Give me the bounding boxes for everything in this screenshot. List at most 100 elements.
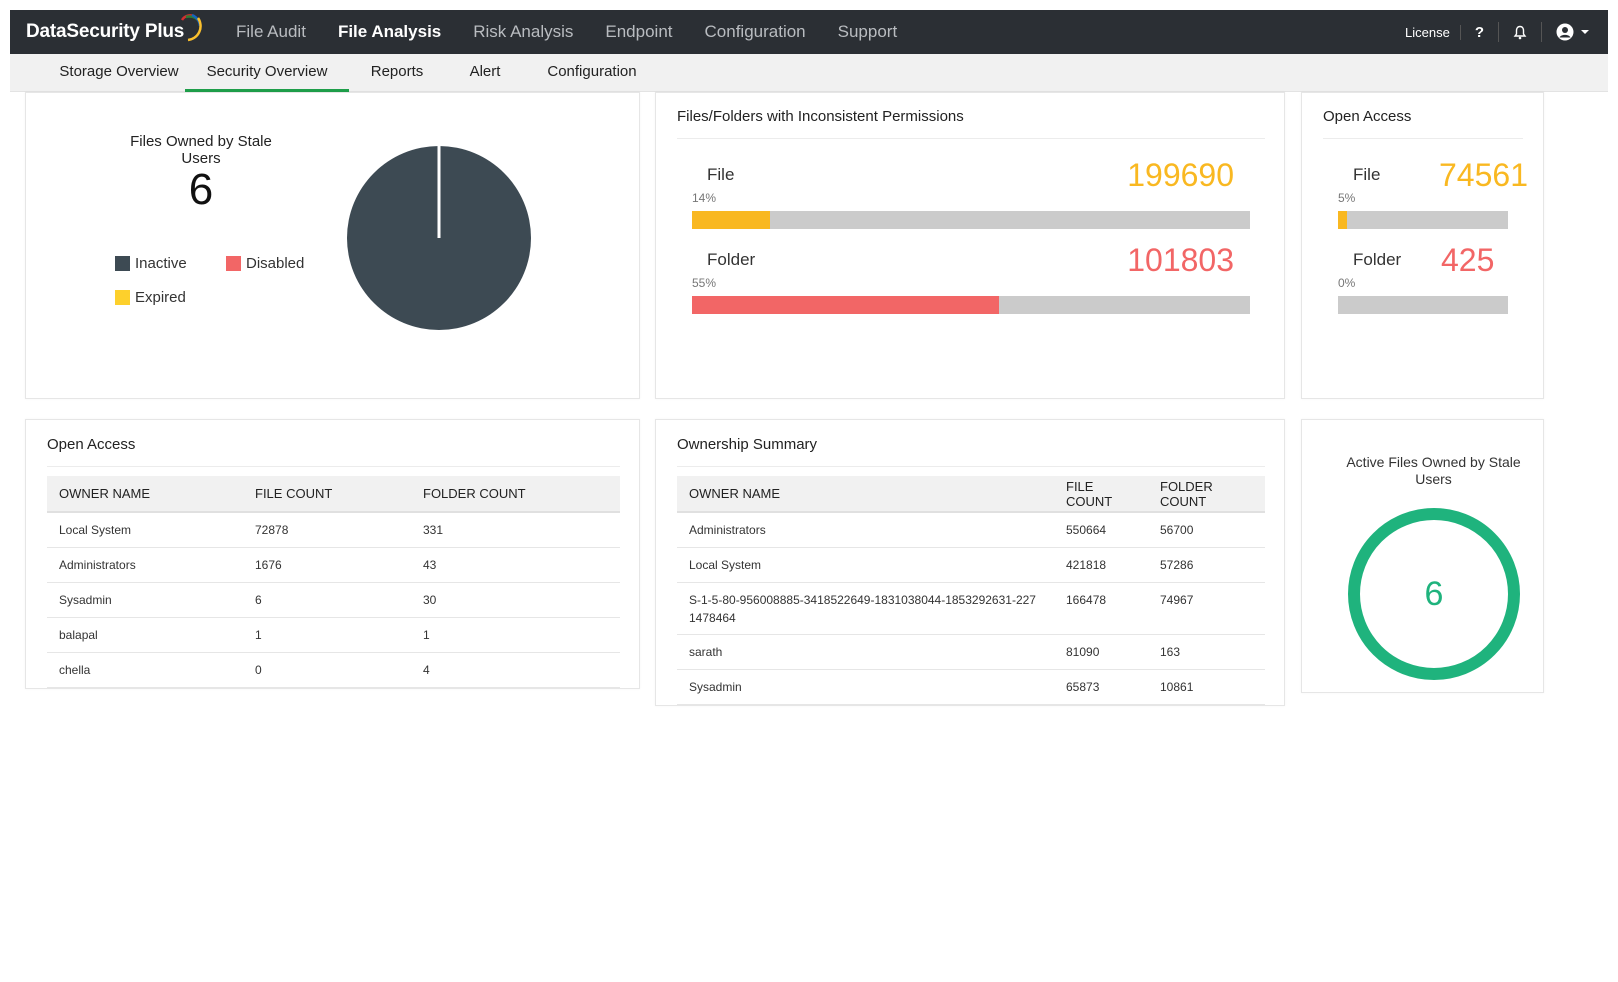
table-row[interactable]: sarath 81090 163 [677, 634, 1265, 670]
top-nav-file-analysis[interactable]: File Analysis [338, 22, 441, 42]
owner-name-cell: S-1-5-80-956008885-3418522649-1831038044… [677, 582, 1054, 635]
table-row[interactable]: S-1-5-80-956008885-3418522649-1831038044… [677, 582, 1265, 635]
owner-name-cell: Sysadmin [47, 582, 243, 618]
owner-name-cell: Sysadmin [677, 669, 1054, 705]
active-stale-files-card: Active Files Owned by Stale Users 6 [1301, 419, 1544, 693]
legend-item-disabled[interactable]: Disabled [226, 255, 304, 272]
owner-name-cell: balapal [47, 617, 243, 653]
folder-progress-fill [692, 296, 999, 314]
column-header-folder-count[interactable]: FOLDER COUNT [1148, 476, 1265, 513]
help-button[interactable]: ? [1461, 22, 1499, 42]
table-row[interactable]: balapal 1 1 [47, 617, 620, 653]
folder-percent: 0% [1338, 276, 1356, 290]
tab-label: Alert [469, 63, 501, 80]
user-menu-button[interactable] [1542, 22, 1590, 42]
card-title: Files/Folders with Inconsistent Permissi… [677, 108, 964, 125]
card-divider [47, 466, 620, 467]
ownership-table-wrap: OWNER NAME FILE COUNT FOLDER COUNT Admin… [677, 476, 1265, 705]
owner-name-cell: chella [47, 652, 243, 688]
sub-nav: Storage Overview Security Overview Repor… [10, 54, 1608, 92]
file-count-cell: 65873 [1054, 669, 1148, 705]
file-progress-fill [692, 211, 771, 229]
file-count-cell: 166478 [1054, 582, 1148, 635]
legend-item-inactive[interactable]: Inactive [115, 255, 187, 272]
legend-item-expired[interactable]: Expired [115, 289, 186, 306]
tab-configuration[interactable]: Configuration [542, 54, 642, 92]
top-nav: File Audit File Analysis Risk Analysis E… [236, 10, 929, 54]
legend-label: Expired [135, 289, 186, 306]
file-progress-fill [1338, 211, 1347, 229]
owner-name-cell: Administrators [677, 512, 1054, 548]
tab-alert[interactable]: Alert [460, 54, 510, 92]
folder-count-cell: 10861 [1148, 669, 1265, 705]
column-header-folder-count[interactable]: FOLDER COUNT [411, 476, 620, 513]
file-count-cell: 550664 [1054, 512, 1148, 548]
card-divider [677, 138, 1265, 139]
license-link[interactable]: License [1405, 24, 1461, 40]
bell-icon [1513, 25, 1527, 39]
table-row[interactable]: chella 0 4 [47, 652, 620, 688]
tab-reports[interactable]: Reports [362, 54, 432, 92]
column-header-file-count[interactable]: FILE COUNT [243, 476, 411, 513]
folder-progress-bar [692, 296, 1250, 314]
column-header-owner-name[interactable]: OWNER NAME [677, 476, 1054, 513]
open-access-table-card: Open Access OWNER NAME FILE COUNT FOLDER… [25, 419, 640, 689]
legend-label: Disabled [246, 255, 305, 272]
folder-progress-bar [1338, 296, 1508, 314]
owner-name-cell: Local System [47, 512, 243, 548]
tab-storage-overview[interactable]: Storage Overview [34, 54, 204, 92]
column-header-owner-name[interactable]: OWNER NAME [47, 476, 243, 513]
ownership-table: OWNER NAME FILE COUNT FOLDER COUNT Admin… [677, 476, 1265, 705]
table-row[interactable]: Local System 72878 331 [47, 512, 620, 548]
card-title: Open Access [47, 436, 136, 453]
stale-users-count: 6 [188, 165, 214, 214]
open-access-table: OWNER NAME FILE COUNT FOLDER COUNT Local… [47, 476, 620, 688]
app-logo[interactable]: DataSecurity Plus [26, 10, 202, 54]
card-divider [677, 466, 1265, 467]
file-count-cell: 81090 [1054, 634, 1148, 670]
folder-label: Folder [1353, 250, 1402, 269]
table-row[interactable]: Sysadmin 6 30 [47, 582, 620, 618]
tab-label: Storage Overview [59, 63, 179, 80]
folder-count-cell: 4 [411, 652, 620, 688]
legend-swatch [115, 290, 130, 305]
top-nav-risk-analysis[interactable]: Risk Analysis [473, 22, 573, 42]
open-access-table-wrap: OWNER NAME FILE COUNT FOLDER COUNT Local… [47, 476, 620, 688]
table-row[interactable]: Sysadmin 65873 10861 [677, 669, 1265, 705]
active-stale-count: 6 [1424, 575, 1444, 613]
folder-count-cell: 43 [411, 547, 620, 583]
legend-label: Inactive [135, 255, 187, 272]
tab-label: Security Overview [206, 63, 328, 80]
file-count-cell: 6 [243, 582, 411, 618]
column-header-file-count[interactable]: FILE COUNT [1054, 476, 1148, 513]
table-row[interactable]: Administrators 550664 56700 [677, 512, 1265, 548]
card-divider [1323, 138, 1523, 139]
file-progress-bar [1338, 211, 1508, 229]
top-bar: DataSecurity Plus File Audit File Analys… [10, 10, 1608, 54]
folder-count-cell: 1 [411, 617, 620, 653]
table-header-row: OWNER NAME FILE COUNT FOLDER COUNT [47, 476, 620, 513]
file-percent: 5% [1338, 191, 1356, 205]
question-icon: ? [1474, 23, 1484, 41]
card-title: Ownership Summary [677, 436, 818, 453]
notifications-button[interactable] [1499, 22, 1542, 42]
table-row[interactable]: Administrators 1676 43 [47, 547, 620, 583]
app-title: DataSecurity Plus [26, 21, 185, 42]
top-nav-file-audit[interactable]: File Audit [236, 22, 306, 42]
folder-count-cell: 56700 [1148, 512, 1265, 548]
folder-count: 101803 [1127, 242, 1234, 278]
top-nav-configuration[interactable]: Configuration [705, 22, 806, 42]
card-title: Open Access [1323, 108, 1412, 125]
table-row[interactable]: Local System 421818 57286 [677, 547, 1265, 583]
file-percent: 14% [692, 191, 717, 205]
owner-name-cell: Local System [677, 547, 1054, 583]
file-label: File [1353, 165, 1381, 184]
tab-security-overview[interactable]: Security Overview [185, 54, 349, 92]
file-count: 74561 [1439, 157, 1528, 193]
legend-swatch [115, 256, 130, 271]
file-count-cell: 1676 [243, 547, 411, 583]
user-avatar-icon [1556, 23, 1574, 41]
folder-count-cell: 57286 [1148, 547, 1265, 583]
top-nav-endpoint[interactable]: Endpoint [605, 22, 672, 42]
top-nav-support[interactable]: Support [838, 22, 898, 42]
